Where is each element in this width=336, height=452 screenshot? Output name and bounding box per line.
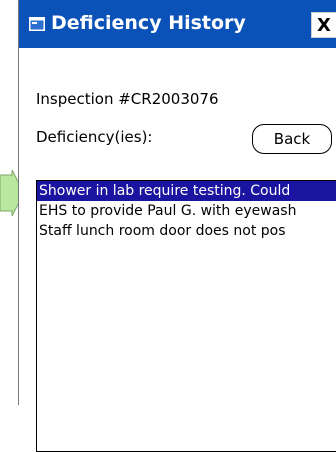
window-title: Deficiency History xyxy=(51,12,246,34)
inspection-number: Inspection #CR2003076 xyxy=(36,90,219,108)
deficiency-list[interactable]: Shower in lab require testing. Could EHS… xyxy=(36,180,336,452)
window-app-icon xyxy=(29,17,45,31)
back-button[interactable]: Back xyxy=(252,124,332,154)
dialog-content: Inspection #CR2003076 Deficiency(ies): B… xyxy=(19,48,336,452)
list-item[interactable]: Shower in lab require testing. Could xyxy=(37,181,336,201)
dialog-window: Deficiency History X Inspection #CR20030… xyxy=(18,0,336,452)
deficiency-label: Deficiency(ies): xyxy=(36,128,153,146)
title-bar: Deficiency History X xyxy=(19,0,336,48)
list-item[interactable]: EHS to provide Paul G. with eyewash xyxy=(37,201,336,221)
list-item[interactable]: Staff lunch room door does not pos xyxy=(37,221,336,241)
close-button[interactable]: X xyxy=(311,12,336,38)
